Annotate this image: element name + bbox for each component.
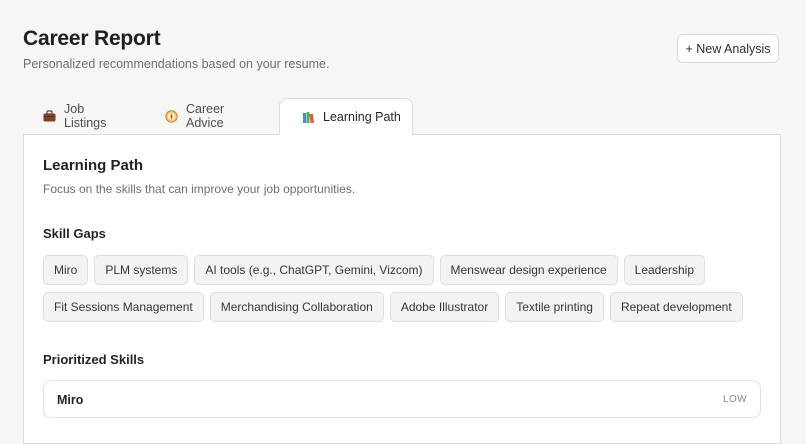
page-subtitle: Personalized recommendations based on yo… <box>23 57 330 71</box>
compass-icon <box>165 109 178 123</box>
priority-badge: LOW <box>723 394 747 405</box>
books-icon <box>301 110 315 124</box>
skill-chip: Merchandising Collaboration <box>209 292 384 322</box>
skill-chip: Repeat development <box>609 292 743 322</box>
prioritized-skill-card[interactable]: Miro LOW <box>43 380 761 418</box>
tab-label: Career Advice <box>186 102 225 130</box>
skill-chip: Menswear design experience <box>439 255 618 285</box>
panel-subtitle: Focus on the skills that can improve you… <box>43 182 356 196</box>
tab-label: Job Listings <box>64 102 107 130</box>
tab-label: Learning Path <box>323 110 401 124</box>
skill-chip: Miro <box>43 255 89 285</box>
skill-chip: Adobe Illustrator <box>389 292 500 322</box>
skill-gaps-heading: Skill Gaps <box>43 226 106 241</box>
skill-name: Miro <box>57 393 84 407</box>
tab-learning-path[interactable]: Learning Path <box>279 98 413 135</box>
briefcase-icon <box>43 109 56 123</box>
skill-chip: AI tools (e.g., ChatGPT, Gemini, Vizcom) <box>194 255 434 285</box>
skill-chip: Fit Sessions Management <box>43 292 204 322</box>
skill-chip: PLM systems <box>94 255 189 285</box>
chip-row: Miro PLM systems AI tools (e.g., ChatGPT… <box>43 255 743 285</box>
skill-chip: Leadership <box>623 255 706 285</box>
tab-career-advice[interactable]: Career Advice <box>165 98 225 134</box>
skill-chip: Textile printing <box>505 292 604 322</box>
tab-job-listings[interactable]: Job Listings <box>43 98 107 134</box>
page-title: Career Report <box>23 27 161 50</box>
chip-row: Fit Sessions Management Merchandising Co… <box>43 292 743 322</box>
skill-gaps-list: Miro PLM systems AI tools (e.g., ChatGPT… <box>43 255 743 329</box>
prioritized-skills-heading: Prioritized Skills <box>43 352 145 367</box>
panel-title: Learning Path <box>43 157 144 174</box>
new-analysis-button[interactable]: + New Analysis <box>677 34 779 63</box>
